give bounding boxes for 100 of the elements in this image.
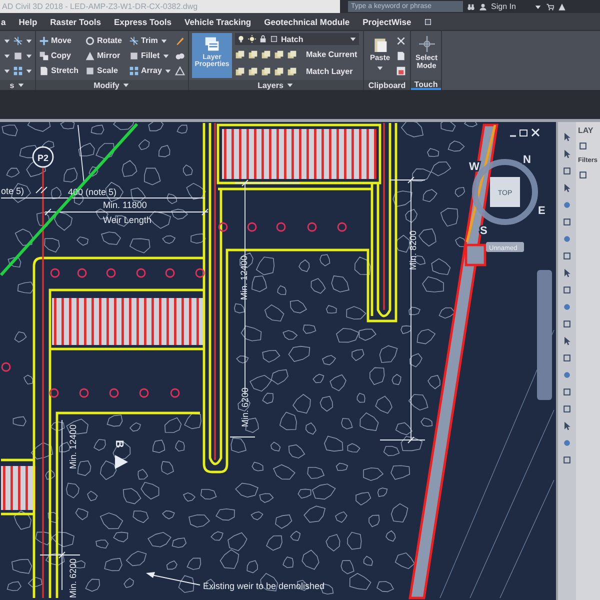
panel-title-text: Layers bbox=[258, 80, 284, 90]
menu-item[interactable]: Help bbox=[18, 16, 38, 26]
cloud-icon[interactable] bbox=[175, 50, 185, 60]
square-icon[interactable] bbox=[578, 170, 588, 180]
pile-marker bbox=[247, 222, 257, 232]
hatched-block bbox=[1, 466, 36, 510]
tool-button[interactable]: Copy bbox=[39, 50, 83, 60]
caret-icon bbox=[349, 35, 357, 43]
cross-arrows-icon bbox=[39, 36, 49, 46]
panel-title-text: s bbox=[10, 80, 14, 90]
pile-marker bbox=[307, 222, 317, 232]
square-icon[interactable] bbox=[562, 217, 572, 227]
pointer-icon[interactable] bbox=[562, 183, 572, 193]
circle-icon[interactable] bbox=[562, 438, 572, 448]
pile-marker bbox=[218, 222, 228, 232]
menu-item[interactable]: ProjectWise bbox=[362, 16, 412, 26]
cart-icon[interactable] bbox=[546, 2, 554, 10]
pointer-icon[interactable] bbox=[562, 421, 572, 431]
crossed-lines-icon[interactable] bbox=[13, 36, 23, 46]
grid-icon[interactable] bbox=[13, 66, 23, 76]
dimension-label: Min. 12400 bbox=[68, 424, 78, 469]
dimension-label: ote 5) bbox=[1, 186, 24, 196]
page-icon[interactable] bbox=[396, 51, 406, 61]
circle-icon[interactable] bbox=[562, 200, 572, 210]
pile-marker bbox=[77, 268, 87, 278]
ribbon-button[interactable]: Match Layer bbox=[306, 67, 353, 76]
pile-marker bbox=[170, 388, 180, 398]
menu-item[interactable]: Vehicle Tracking bbox=[184, 16, 252, 26]
square-icon bbox=[85, 66, 95, 76]
bulb-icon bbox=[237, 35, 245, 43]
circle-icon[interactable] bbox=[562, 302, 572, 312]
square-icon bbox=[129, 50, 139, 60]
dimension-label: Min. 6200 bbox=[240, 387, 250, 427]
grid-icon bbox=[129, 66, 139, 76]
square-icon[interactable] bbox=[562, 455, 572, 465]
ribbon-button[interactable]: Make Current bbox=[306, 50, 358, 59]
pile-marker bbox=[195, 268, 205, 278]
pencil-icon[interactable] bbox=[175, 36, 185, 46]
section-label: B bbox=[113, 440, 125, 448]
square-icon[interactable] bbox=[562, 319, 572, 329]
direction-label[interactable]: E bbox=[538, 205, 546, 217]
crosshair-icon bbox=[418, 36, 434, 52]
pile-marker bbox=[165, 268, 175, 278]
pile-marker bbox=[50, 268, 60, 278]
square-icon[interactable] bbox=[562, 387, 572, 397]
stacked-squares-icon bbox=[39, 50, 49, 60]
menu-item[interactable]: Express Tools bbox=[114, 16, 172, 26]
triangle-icon bbox=[85, 50, 95, 60]
pile-marker bbox=[109, 388, 119, 398]
binoculars-icon[interactable] bbox=[467, 2, 475, 10]
pointer-icon[interactable] bbox=[562, 268, 572, 278]
dimension-label: Min. 8200 bbox=[408, 230, 418, 270]
square-icon[interactable] bbox=[13, 50, 23, 60]
user-icon bbox=[479, 2, 487, 10]
caret-icon bbox=[376, 64, 384, 72]
pile-marker bbox=[139, 388, 149, 398]
triangle-icon[interactable] bbox=[175, 66, 185, 76]
page-icon bbox=[39, 66, 49, 76]
tool-button[interactable]: Move bbox=[39, 36, 83, 46]
dimension-label: Min. 6200 bbox=[68, 558, 78, 598]
leader-line bbox=[146, 572, 200, 586]
pile-marker bbox=[106, 268, 116, 278]
tool-button[interactable]: Array bbox=[129, 66, 173, 76]
tool-button[interactable]: Stretch bbox=[39, 66, 83, 76]
caret-icon[interactable] bbox=[534, 2, 542, 10]
sign-in-link[interactable]: Sign In bbox=[491, 2, 516, 11]
menu-item[interactable]: a bbox=[1, 16, 6, 26]
pointer-icon[interactable] bbox=[562, 336, 572, 346]
square-icon[interactable] bbox=[562, 285, 572, 295]
minimize-icon[interactable] bbox=[510, 135, 516, 137]
circle-icon bbox=[85, 36, 95, 46]
panel-title-text: Clipboard bbox=[368, 80, 406, 90]
picture-icon[interactable] bbox=[396, 66, 406, 76]
menu-item[interactable]: Geotechnical Module bbox=[264, 16, 350, 26]
circle-icon[interactable] bbox=[562, 370, 572, 380]
tool-button[interactable]: Rotate bbox=[85, 36, 127, 46]
cross-icon[interactable] bbox=[396, 36, 406, 46]
direction-label[interactable]: N bbox=[523, 154, 531, 166]
layer-name: Hatch bbox=[281, 34, 304, 44]
dimension-label: Weir Length bbox=[103, 215, 152, 225]
square-icon[interactable] bbox=[562, 404, 572, 414]
tool-button[interactable]: Scale bbox=[85, 66, 127, 76]
square-icon[interactable] bbox=[562, 166, 572, 176]
tool-button[interactable]: Fillet bbox=[129, 50, 173, 60]
square-icon[interactable] bbox=[562, 251, 572, 261]
menu-item[interactable]: Raster Tools bbox=[50, 16, 102, 26]
pile-marker bbox=[136, 268, 146, 278]
layer-dropdown[interactable]: Hatch bbox=[235, 33, 359, 45]
restore-icon[interactable] bbox=[520, 130, 528, 136]
panel-title-text: Modify bbox=[94, 80, 120, 90]
sun-icon bbox=[248, 35, 256, 43]
tool-button[interactable]: Mirror bbox=[85, 50, 127, 60]
square-icon[interactable] bbox=[578, 141, 588, 151]
triangle-icon[interactable] bbox=[558, 2, 566, 10]
square-icon[interactable] bbox=[562, 353, 572, 363]
note-label: Existing weir to be demolished bbox=[203, 581, 325, 591]
clipboard-icon bbox=[372, 36, 388, 52]
tool-button[interactable]: Trim bbox=[129, 36, 173, 46]
circle-icon[interactable] bbox=[562, 234, 572, 244]
close-icon[interactable] bbox=[531, 128, 540, 137]
